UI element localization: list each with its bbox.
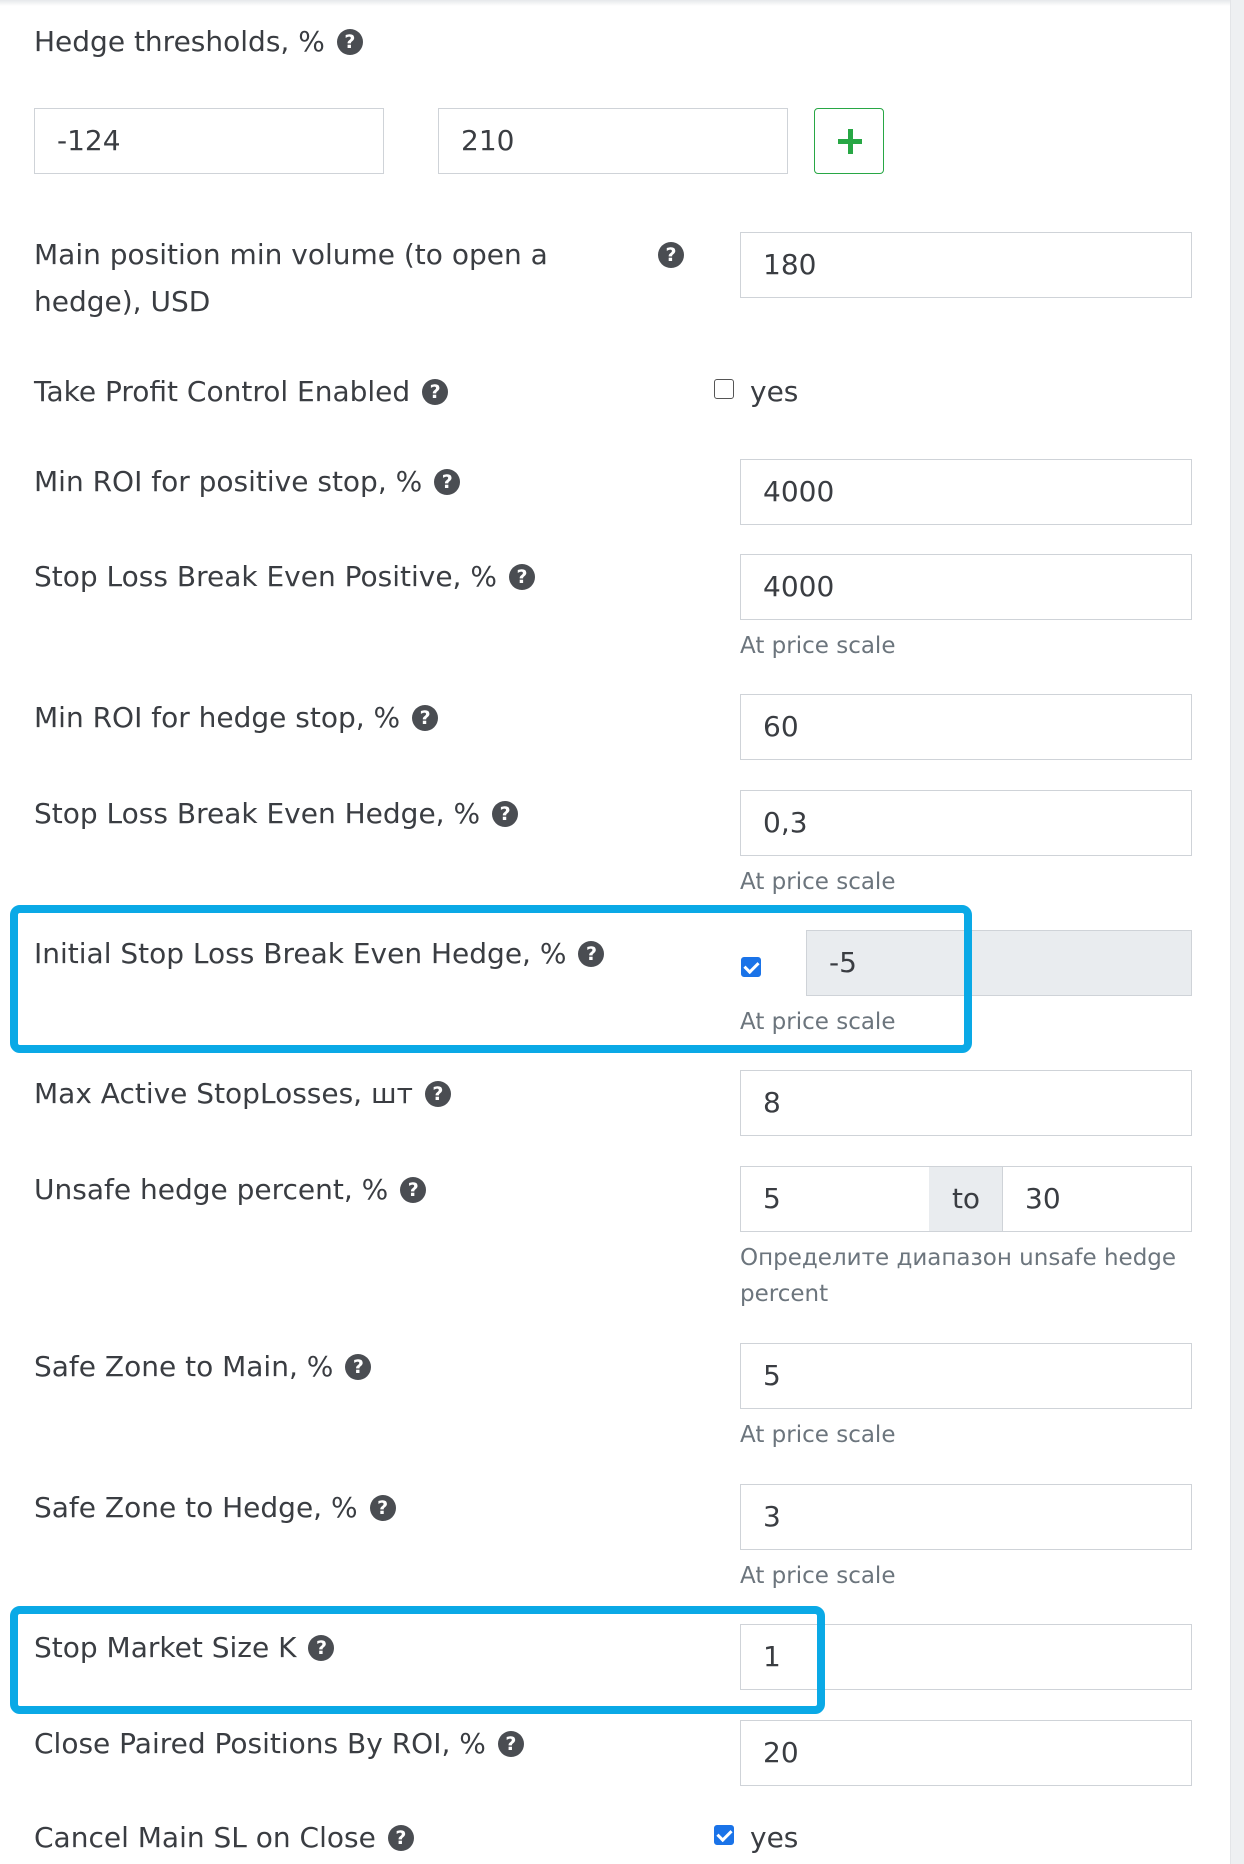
unsafe-hedge-hint: Определите диапазон unsafe hedge percent [740,1245,1177,1307]
unsafe-hedge-percent-label: Unsafe hedge percent, %? [34,1166,427,1213]
range-to-addon: to [929,1166,1003,1232]
max-active-stoplosses-label: Max Active StopLosses, шт? [34,1070,451,1117]
help-icon[interactable]: ? [369,1495,396,1521]
hedge-thresholds-label: Hedge thresholds, %? [34,18,363,65]
help-icon[interactable]: ? [336,29,363,55]
price-scale-hint: At price scale [740,1563,896,1589]
help-icon[interactable]: ? [434,469,461,495]
max-active-stoplosses-input[interactable]: 8 [740,1070,1192,1136]
help-icon[interactable]: ? [424,1081,451,1107]
help-icon[interactable]: ? [400,1177,427,1203]
help-icon[interactable]: ? [492,801,519,827]
price-scale-hint: At price scale [740,869,896,895]
cancel-main-sl-yes-label: yes [750,1821,799,1854]
highlight-frame [10,905,972,1053]
unsafe-hedge-from-input[interactable]: 5 [740,1166,930,1232]
add-threshold-button[interactable] [814,108,884,174]
unsafe-hedge-to-input[interactable]: 30 [1002,1166,1192,1232]
sl-break-even-hedge-label: Stop Loss Break Even Hedge, %? [34,790,519,837]
main-position-min-volume-label: Main position min volume (to open a hedge… [34,238,548,318]
cancel-main-sl-label: Cancel Main SL on Close? [34,1814,414,1861]
help-icon[interactable]: ? [497,1731,524,1757]
help-icon[interactable]: ? [508,564,535,590]
min-roi-hedge-stop-input[interactable]: 60 [740,694,1192,760]
price-scale-hint: At price scale [740,1422,896,1448]
safe-zone-main-input[interactable]: 5 [740,1343,1192,1409]
close-paired-positions-label: Close Paired Positions By ROI, %? [34,1720,524,1767]
min-roi-positive-stop-label: Min ROI for positive stop, %? [34,458,461,505]
help-icon[interactable]: ? [422,379,449,405]
hedge-threshold-input-1[interactable]: -124 [34,108,384,174]
safe-zone-hedge-label: Safe Zone to Hedge, %? [34,1484,396,1531]
price-scale-hint: At price scale [740,633,896,659]
help-icon[interactable]: ? [345,1354,372,1380]
cancel-main-sl-checkbox[interactable] [714,1825,734,1845]
min-roi-hedge-stop-label: Min ROI for hedge stop, %? [34,694,439,741]
top-shadow [0,0,1230,6]
sl-break-even-positive-input[interactable]: 4000 [740,554,1192,620]
help-icon[interactable]: ? [412,705,439,731]
scrollbar-track[interactable] [1230,0,1244,1864]
sl-break-even-positive-label: Stop Loss Break Even Positive, %? [34,553,535,600]
safe-zone-main-label: Safe Zone to Main, %? [34,1343,372,1390]
safe-zone-hedge-input[interactable]: 3 [740,1484,1192,1550]
sl-break-even-hedge-input[interactable]: 0,3 [740,790,1192,856]
take-profit-control-checkbox[interactable] [714,379,734,399]
take-profit-control-label: Take Profit Control Enabled? [34,368,449,415]
help-icon[interactable]: ? [658,242,684,268]
min-roi-positive-stop-input[interactable]: 4000 [740,459,1192,525]
highlight-frame [10,1606,825,1714]
help-icon[interactable]: ? [387,1825,414,1851]
close-paired-positions-input[interactable]: 20 [740,1720,1192,1786]
take-profit-control-yes-label: yes [750,375,799,408]
main-position-min-volume-input[interactable]: 180 [740,232,1192,298]
hedge-threshold-input-2[interactable]: 210 [438,108,788,174]
